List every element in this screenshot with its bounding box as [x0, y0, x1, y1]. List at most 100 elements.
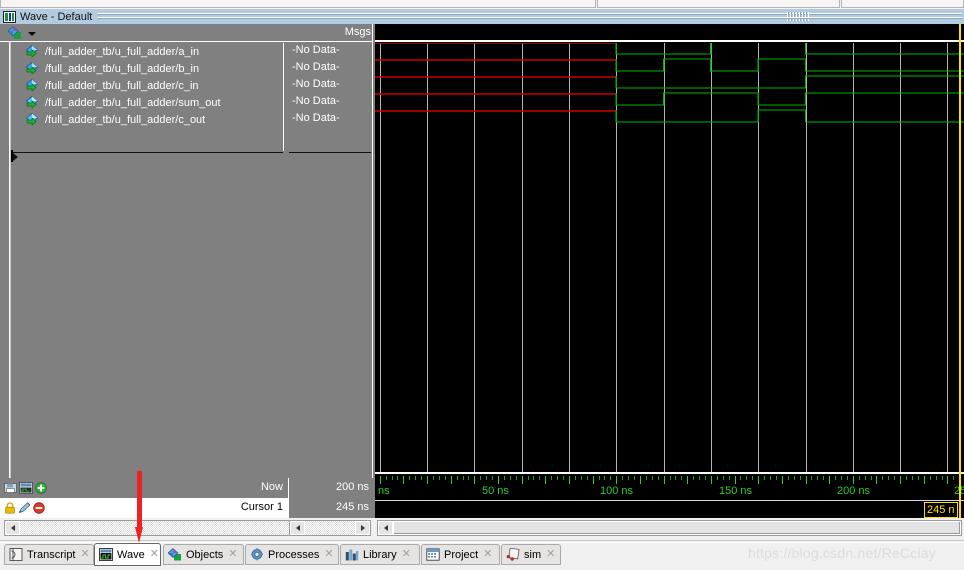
save-wave-icon[interactable]: [4, 482, 17, 497]
ruler-tick-minor: [510, 476, 511, 480]
ruler-tick-minor: [610, 476, 611, 480]
scroll-left-arrow[interactable]: [378, 521, 393, 535]
project-icon: [426, 548, 440, 561]
cursor-value: 245 ns: [289, 498, 375, 518]
tab-close-icon[interactable]: ✕: [324, 549, 333, 560]
ruler-tick-major: [876, 476, 877, 484]
chevron-down-icon[interactable]: [28, 32, 36, 36]
cursor-strip: [375, 502, 964, 518]
ruler-tick-minor: [847, 476, 848, 480]
watermark: https://blog.csdn.net/ReCclay: [748, 545, 936, 561]
list-item[interactable]: /full_adder_tb/u_full_adder/c_out: [11, 111, 283, 128]
cursor-1-flag[interactable]: 245 n: [924, 502, 958, 518]
ruler-tick-minor: [392, 476, 393, 480]
signal-trace: [615, 109, 964, 123]
add-cursor-icon[interactable]: [35, 482, 47, 497]
ruler-tick-minor: [415, 476, 416, 480]
ruler-tick-minor: [557, 476, 558, 480]
scroll-track[interactable]: [305, 521, 355, 535]
signal-path: /full_adder_tb/u_full_adder/sum_out: [45, 96, 221, 109]
window-title: Wave - Default: [20, 10, 93, 23]
waveform-top-band: [375, 24, 964, 42]
ruler-tick-minor: [575, 476, 576, 480]
modelsim-wave-window: Wave - Default /full_adder_tb/u_full_add…: [0, 0, 964, 570]
wave-status-block: Now 200 ns Cursor 1 245 ns: [0, 478, 375, 518]
ruler-tick-minor: [764, 476, 765, 480]
scroll-left-arrow[interactable]: [5, 521, 20, 535]
waveform-pane[interactable]: ns50 ns100 ns150 ns200 ns25 245 n: [375, 24, 964, 518]
ruler-tick-major: [758, 476, 759, 484]
ruler-baseline: [375, 500, 964, 501]
ruler-tick-minor: [794, 476, 795, 480]
ruler-tick-major: [924, 476, 925, 484]
ruler-tick-major: [853, 476, 854, 484]
wave-titlebar[interactable]: Wave - Default: [0, 9, 964, 24]
signal-names-list: /full_adder_tb/u_full_adder/a_in /full_a…: [0, 42, 289, 518]
toolbar-segment-2: [597, 0, 840, 8]
msgs-header-label: Msgs: [344, 26, 371, 38]
ruler-tick-minor: [386, 476, 387, 480]
signal-trace: [615, 43, 964, 55]
ruler-tick-minor: [658, 476, 659, 480]
ruler-tick-minor: [409, 476, 410, 480]
ruler-tick-minor: [705, 476, 706, 480]
cursor-1-line[interactable]: [959, 24, 961, 518]
msgs-value: -No Data-: [292, 61, 340, 73]
lock-icon[interactable]: [4, 502, 16, 517]
titlebar-grip[interactable]: [787, 12, 810, 21]
tab-close-icon[interactable]: ✕: [150, 549, 159, 560]
edit-cursor-icon[interactable]: [18, 502, 31, 517]
ruler-tick-minor: [740, 476, 741, 480]
objects-diamond-icon[interactable]: [7, 26, 23, 40]
tab-close-icon[interactable]: ✕: [228, 549, 237, 560]
msgs-value: -No Data-: [292, 78, 340, 90]
ruler-tick-minor: [421, 476, 422, 480]
ruler-tick-major: [711, 476, 712, 484]
tab-label: Library: [363, 548, 397, 561]
ruler-tick-minor: [445, 476, 446, 480]
names-expand-icon[interactable]: [13, 153, 18, 161]
ruler-tick-minor: [859, 476, 860, 480]
wave-icon: [99, 548, 113, 561]
scroll-right-arrow[interactable]: [355, 521, 370, 535]
cursor-row: Cursor 1 245 ns: [0, 498, 375, 518]
tab-processes[interactable]: Processes ✕: [245, 544, 339, 565]
wave-hscrollbar[interactable]: [377, 520, 962, 536]
ruler-tick-minor: [563, 476, 564, 480]
now-label: Now: [48, 478, 289, 498]
ruler-tick-minor: [486, 476, 487, 480]
signal-rows: /full_adder_tb/u_full_adder/a_in /full_a…: [11, 43, 284, 151]
waveform-canvas[interactable]: [375, 43, 964, 472]
ruler-tick-major: [900, 476, 901, 484]
tab-close-icon[interactable]: ✕: [546, 549, 555, 560]
scroll-thumb[interactable]: [393, 521, 961, 535]
tab-close-icon[interactable]: ✕: [483, 549, 492, 560]
tab-close-icon[interactable]: ✕: [402, 549, 411, 560]
tab-sim[interactable]: sim ✕: [501, 544, 561, 565]
list-item[interactable]: /full_adder_tb/u_full_adder/b_in: [11, 60, 283, 77]
titlebar-rail: [97, 12, 962, 21]
tab-transcript[interactable]: Transcript ✕: [4, 544, 94, 565]
tab-close-icon[interactable]: ✕: [81, 549, 90, 560]
time-ruler[interactable]: ns50 ns100 ns150 ns200 ns25: [375, 472, 964, 502]
ruler-tick-minor: [811, 476, 812, 480]
ruler-tick-minor: [800, 476, 801, 480]
arrow-shaft: [137, 471, 142, 529]
wave-window-small-icon[interactable]: [19, 482, 33, 497]
list-item[interactable]: /full_adder_tb/u_full_adder/a_in: [11, 43, 283, 60]
msgs-hscrollbar[interactable]: [289, 520, 371, 536]
list-item[interactable]: /full_adder_tb/u_full_adder/c_in: [11, 77, 283, 94]
tab-wave[interactable]: Wave ✕: [94, 543, 161, 566]
cursor-label: Cursor 1: [48, 498, 289, 518]
tab-objects[interactable]: Objects ✕: [163, 544, 244, 565]
ruler-tick-minor: [865, 476, 866, 480]
tab-library[interactable]: Library ✕: [340, 544, 420, 565]
ruler-tick-minor: [516, 476, 517, 480]
signal-path: /full_adder_tb/u_full_adder/c_in: [45, 79, 199, 92]
names-divider: [11, 152, 283, 153]
tab-project[interactable]: Project ✕: [421, 544, 500, 565]
delete-cursor-icon[interactable]: [33, 502, 45, 517]
scroll-left-arrow[interactable]: [290, 521, 305, 535]
tab-label: sim: [524, 548, 542, 561]
list-item[interactable]: /full_adder_tb/u_full_adder/sum_out: [11, 94, 283, 111]
